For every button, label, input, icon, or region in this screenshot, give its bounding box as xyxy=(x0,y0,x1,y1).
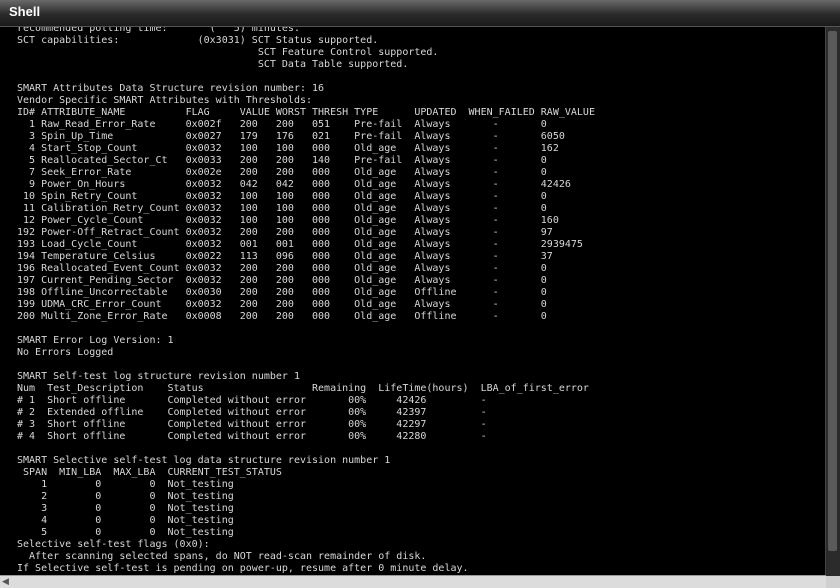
terminal-line: 1 Raw_Read_Error_Rate 0x002f 200 200 051… xyxy=(17,119,547,130)
scrollbar-corner xyxy=(826,576,840,588)
terminal-line: Num Test_Description Status Remaining Li… xyxy=(17,383,589,394)
terminal-line: # 3 Short offline Completed without erro… xyxy=(17,419,487,430)
terminal-line: After scanning selected spans, do NOT re… xyxy=(17,551,427,562)
terminal-line: 200 Multi_Zone_Error_Rate 0x0008 200 200… xyxy=(17,311,547,322)
terminal-line: 5 Reallocated_Sector_Ct 0x0033 200 200 1… xyxy=(17,155,547,166)
terminal-line: 193 Load_Cycle_Count 0x0032 001 001 000 … xyxy=(17,239,583,250)
vertical-scroll-thumb[interactable] xyxy=(828,31,837,551)
terminal-line: 3 Spin_Up_Time 0x0027 179 176 021 Pre-fa… xyxy=(17,131,565,142)
terminal-line: SCT capabilities: (0x3031) SCT Status su… xyxy=(17,35,379,46)
scroll-left-arrow-icon[interactable]: ◀ xyxy=(2,577,9,587)
horizontal-scrollbar[interactable]: ◀ xyxy=(0,575,826,588)
terminal-line: 9 Power_On_Hours 0x0032 042 042 000 Old_… xyxy=(17,179,571,190)
terminal-line: 11 Calibration_Retry_Count 0x0032 100 10… xyxy=(17,203,547,214)
window-titlebar[interactable]: Shell xyxy=(0,0,840,27)
terminal-line: Vendor Specific SMART Attributes with Th… xyxy=(17,95,313,106)
terminal-line: If Selective self-test is pending on pow… xyxy=(17,563,469,574)
terminal-line: SPAN MIN_LBA MAX_LBA CURRENT_TEST_STATUS xyxy=(17,467,282,478)
terminal-line: # 4 Short offline Completed without erro… xyxy=(17,431,487,442)
terminal-line: 194 Temperature_Celsius 0x0022 113 096 0… xyxy=(17,251,553,262)
terminal-line: Selective self-test flags (0x0): xyxy=(17,539,210,550)
terminal-line: SMART Error Log Version: 1 xyxy=(17,335,174,346)
terminal-line: 192 Power-Off_Retract_Count 0x0032 200 2… xyxy=(17,227,553,238)
terminal-line: # 1 Short offline Completed without erro… xyxy=(17,395,487,406)
vertical-scrollbar[interactable] xyxy=(825,27,840,576)
terminal-line: No Errors Logged xyxy=(17,347,114,358)
terminal-line: # 2 Extended offline Completed without e… xyxy=(17,407,487,418)
window-title: Shell xyxy=(9,4,41,19)
terminal-line: 5 0 0 Not_testing xyxy=(17,527,234,538)
terminal-line: recommended polling time: ( 5) minutes. xyxy=(17,27,300,34)
terminal-line: 197 Current_Pending_Sector 0x0032 200 20… xyxy=(17,275,547,286)
terminal-line: 199 UDMA_CRC_Error_Count 0x0032 200 200 … xyxy=(17,299,547,310)
terminal-line: SMART Selective self-test log data struc… xyxy=(17,455,391,466)
terminal-line: 12 Power_Cycle_Count 0x0032 100 100 000 … xyxy=(17,215,559,226)
terminal-line: 10 Spin_Retry_Count 0x0032 100 100 000 O… xyxy=(17,191,547,202)
terminal-line: 3 0 0 Not_testing xyxy=(17,503,234,514)
terminal-line: 4 Start_Stop_Count 0x0032 100 100 000 Ol… xyxy=(17,143,559,154)
terminal-line: 1 0 0 Not_testing xyxy=(17,479,234,490)
terminal-line: 198 Offline_Uncorrectable 0x0030 200 200… xyxy=(17,287,547,298)
terminal-line: 4 0 0 Not_testing xyxy=(17,515,234,526)
terminal-line: SCT Feature Control supported. xyxy=(17,47,439,58)
terminal-line: SMART Self-test log structure revision n… xyxy=(17,371,300,382)
terminal-line: 196 Reallocated_Event_Count 0x0032 200 2… xyxy=(17,263,547,274)
terminal-line: 2 0 0 Not_testing xyxy=(17,491,234,502)
terminal-text: recommended polling time: ( 5) minutes. S… xyxy=(0,27,826,575)
terminal-line: 7 Seek_Error_Rate 0x002e 200 200 000 Old… xyxy=(17,167,547,178)
terminal-line: SMART Attributes Data Structure revision… xyxy=(17,83,325,94)
terminal-line: ID# ATTRIBUTE_NAME FLAG VALUE WORST THRE… xyxy=(17,107,595,118)
terminal-line: SCT Data Table supported. xyxy=(17,59,409,70)
terminal-output[interactable]: recommended polling time: ( 5) minutes. S… xyxy=(0,27,826,577)
